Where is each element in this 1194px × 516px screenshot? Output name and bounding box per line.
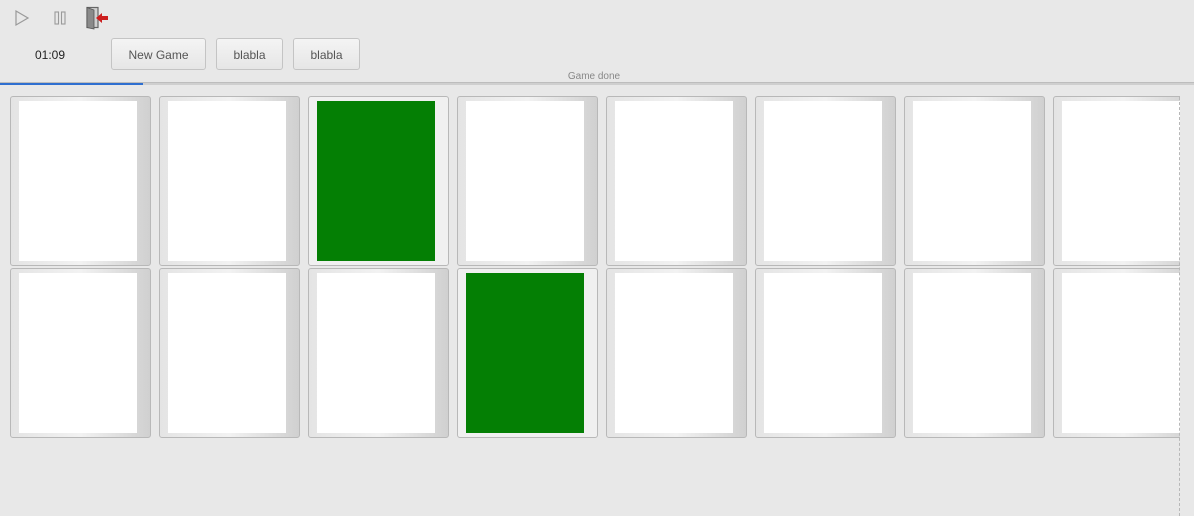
new-game-button[interactable]: New Game xyxy=(111,38,206,70)
card-face-hidden xyxy=(615,273,733,433)
card-face-hidden xyxy=(19,273,137,433)
play-button[interactable] xyxy=(8,5,36,31)
play-icon xyxy=(15,9,30,27)
memory-card[interactable] xyxy=(1053,268,1180,438)
memory-card[interactable] xyxy=(606,268,747,438)
card-face-hidden xyxy=(615,101,733,261)
exit-button[interactable] xyxy=(84,5,112,31)
card-board xyxy=(0,86,1180,516)
blabla-button-1[interactable]: blabla xyxy=(216,38,283,70)
memory-card[interactable] xyxy=(159,96,300,266)
exit-icon xyxy=(86,6,108,30)
memory-card[interactable] xyxy=(159,268,300,438)
pause-button[interactable] xyxy=(46,5,74,31)
memory-card[interactable] xyxy=(904,96,1045,266)
card-face-hidden xyxy=(913,273,1031,433)
memory-card[interactable] xyxy=(10,268,151,438)
memory-card[interactable] xyxy=(1053,96,1180,266)
card-face-revealed xyxy=(466,273,584,433)
card-face-hidden xyxy=(317,273,435,433)
memory-card[interactable] xyxy=(606,96,747,266)
card-face-hidden xyxy=(764,101,882,261)
memory-card[interactable] xyxy=(308,96,449,266)
card-face-revealed xyxy=(317,101,435,261)
controls-row: 01:09 New Game blabla blabla xyxy=(0,38,1194,72)
card-face-hidden xyxy=(913,101,1031,261)
blabla-button-2[interactable]: blabla xyxy=(293,38,360,70)
memory-card[interactable] xyxy=(904,268,1045,438)
toolbar xyxy=(8,5,112,31)
memory-card[interactable] xyxy=(457,96,598,266)
progress-bar xyxy=(0,82,1194,85)
memory-card[interactable] xyxy=(755,96,896,266)
memory-card[interactable] xyxy=(308,268,449,438)
card-face-hidden xyxy=(764,273,882,433)
game-timer: 01:09 xyxy=(34,48,66,62)
pause-icon xyxy=(54,11,66,25)
progress-area: Game done xyxy=(0,72,1194,86)
memory-card[interactable] xyxy=(457,268,598,438)
card-face-hidden xyxy=(168,101,286,261)
progress-bar-fill xyxy=(0,83,144,85)
board-edge xyxy=(1179,97,1180,516)
memory-card[interactable] xyxy=(755,268,896,438)
card-face-hidden xyxy=(466,101,584,261)
card-face-hidden xyxy=(168,273,286,433)
memory-card[interactable] xyxy=(10,96,151,266)
card-face-hidden xyxy=(1062,101,1180,261)
card-face-hidden xyxy=(1062,273,1180,433)
card-face-hidden xyxy=(19,101,137,261)
status-label: Game done xyxy=(567,71,621,82)
